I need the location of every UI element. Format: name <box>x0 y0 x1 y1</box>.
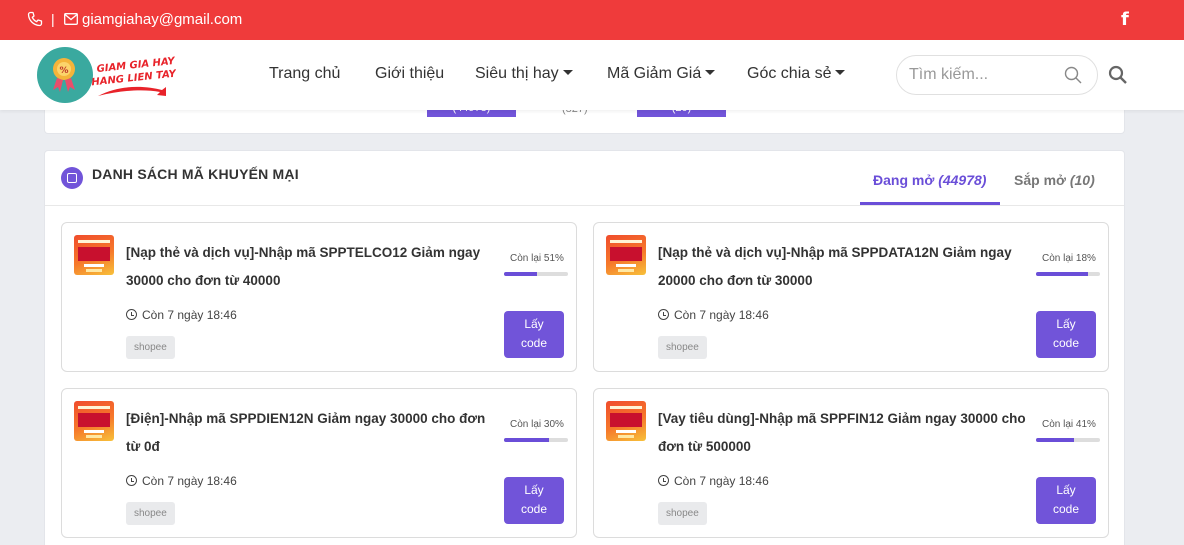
search-icon[interactable] <box>1064 66 1082 84</box>
clock-icon <box>658 309 669 320</box>
get-code-button[interactable]: Lấy code <box>1036 311 1096 358</box>
coupon-card: [Vay tiêu dùng]-Nhập mã SPPFIN12 Giảm ng… <box>593 388 1109 538</box>
coupon-card: [Nạp thẻ và dịch vụ]-Nhập mã SPPTELCO12 … <box>61 222 577 372</box>
tab-upcoming[interactable]: Sắp mở (10) <box>1014 172 1095 188</box>
progress-fill <box>504 272 537 276</box>
coupon-expiry: Còn 7 ngày 18:46 <box>126 308 237 322</box>
chevron-down-icon <box>562 70 573 75</box>
svg-text:%: % <box>59 66 68 76</box>
clock-icon <box>126 309 137 320</box>
coupon-thumbnail <box>606 401 646 441</box>
search-input[interactable] <box>909 64 1059 86</box>
coupon-thumbnail <box>74 401 114 441</box>
site-header: % GIAM GIA HAY HANG LIEN TAY Trang chủ G… <box>0 40 1184 110</box>
site-logo[interactable]: % GIAM GIA HAY HANG LIEN TAY <box>36 46 176 104</box>
tab-open[interactable]: Đang mở (44978) <box>873 172 986 188</box>
nav-item-coupons[interactable]: Mã Giảm Giá <box>607 65 716 83</box>
topbar-separator: | <box>51 11 55 27</box>
coupon-expiry: Còn 7 ngày 18:46 <box>126 474 237 488</box>
chevron-down-icon <box>705 70 716 75</box>
nav-item-about[interactable]: Giới thiệu <box>375 65 444 83</box>
progress-fill <box>1036 272 1089 276</box>
nav-item-home[interactable]: Trang chủ <box>269 65 340 83</box>
contact-email-link[interactable]: giamgiahay@gmail.com <box>82 11 242 28</box>
coupon-expiry: Còn 7 ngày 18:46 <box>658 474 769 488</box>
clock-icon <box>658 475 669 486</box>
progress-fill <box>1036 438 1074 442</box>
coupon-store-tag[interactable]: shopee <box>126 336 175 359</box>
nav-item-supermarket[interactable]: Siêu thị hay <box>475 65 573 83</box>
coupon-card: [Nạp thẻ và dịch vụ]-Nhập mã SPPDATA12N … <box>593 222 1109 372</box>
coupon-thumbnail <box>606 235 646 275</box>
coupon-remaining-label: Còn lại 51% <box>510 253 564 264</box>
nav-item-sharing[interactable]: Góc chia sẻ <box>747 65 846 83</box>
coupon-thumbnail <box>74 235 114 275</box>
coupon-title[interactable]: [Vay tiêu dùng]-Nhập mã SPPFIN12 Giảm ng… <box>658 405 1028 461</box>
search-box <box>896 55 1098 95</box>
mail-icon <box>64 13 78 25</box>
get-code-button[interactable]: Lấy code <box>504 477 564 524</box>
top-bar: | giamgiahay@gmail.com f <box>0 0 1184 40</box>
search-button-icon[interactable] <box>1108 65 1128 85</box>
progress-fill <box>504 438 549 442</box>
clock-icon <box>126 475 137 486</box>
coupon-store-tag[interactable]: shopee <box>658 336 707 359</box>
coupon-title[interactable]: [Điện]-Nhập mã SPPDIEN12N Giảm ngay 3000… <box>126 405 496 461</box>
coupon-remaining-label: Còn lại 30% <box>510 419 564 430</box>
coupon-progress-bar <box>504 438 568 442</box>
coupon-store-tag[interactable]: shopee <box>126 502 175 525</box>
coupon-list-card: DANH SÁCH MÃ KHUYẾN MẠI Đang mở (44978) … <box>44 150 1125 545</box>
coupon-progress-bar <box>1036 272 1100 276</box>
coupon-progress-bar <box>504 272 568 276</box>
facebook-icon[interactable]: f <box>1121 9 1129 30</box>
active-tab-indicator <box>860 202 1000 205</box>
chevron-down-icon <box>835 70 846 75</box>
coupon-remaining-label: Còn lại 41% <box>1042 419 1096 430</box>
coupon-card: [Điện]-Nhập mã SPPDIEN12N Giảm ngay 3000… <box>61 388 577 538</box>
coupon-title[interactable]: [Nạp thẻ và dịch vụ]-Nhập mã SPPTELCO12 … <box>126 239 496 295</box>
phone-icon[interactable] <box>27 11 43 27</box>
coupon-progress-bar <box>1036 438 1100 442</box>
voucher-icon <box>61 167 83 189</box>
get-code-button[interactable]: Lấy code <box>1036 477 1096 524</box>
coupon-remaining-label: Còn lại 18% <box>1042 253 1096 264</box>
section-title: DANH SÁCH MÃ KHUYẾN MẠI <box>92 166 299 182</box>
card-header: DANH SÁCH MÃ KHUYẾN MẠI Đang mở (44978) … <box>45 151 1124 206</box>
coupon-title[interactable]: [Nạp thẻ và dịch vụ]-Nhập mã SPPDATA12N … <box>658 239 1028 295</box>
coupon-store-tag[interactable]: shopee <box>658 502 707 525</box>
coupon-expiry: Còn 7 ngày 18:46 <box>658 308 769 322</box>
get-code-button[interactable]: Lấy code <box>504 311 564 358</box>
